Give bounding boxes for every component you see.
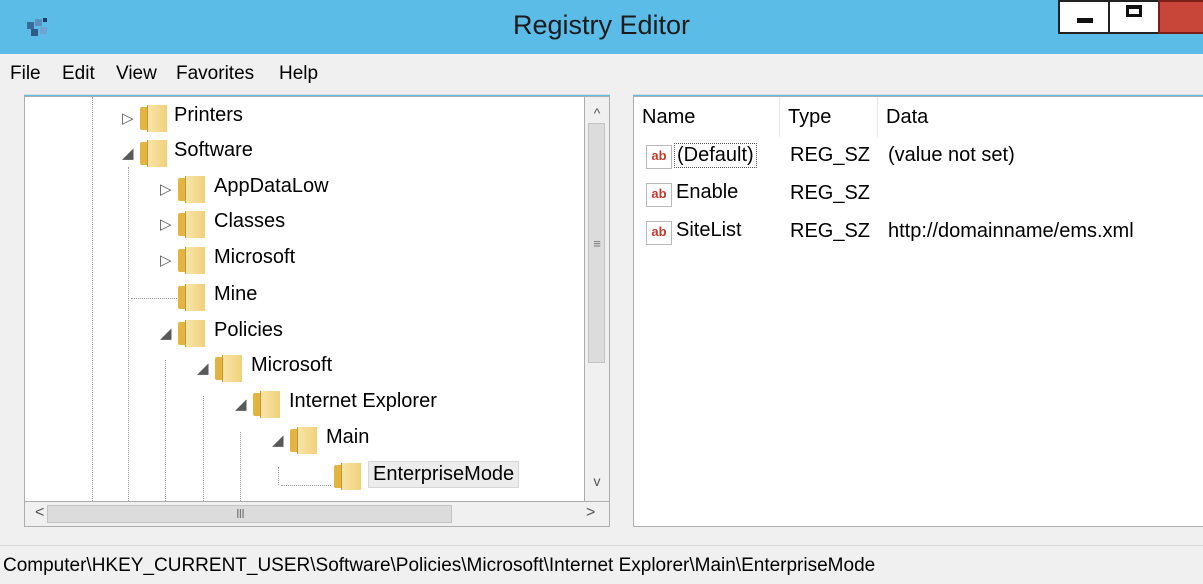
close-button[interactable]	[1158, 0, 1203, 34]
value-type: REG_SZ	[790, 144, 871, 166]
expand-arrow-icon[interactable]: ▷	[160, 207, 172, 242]
tree-guide-line	[281, 485, 331, 486]
tree-guide-line	[165, 360, 166, 501]
tree-guide-line	[92, 97, 93, 501]
menu-edit[interactable]: Edit	[62, 63, 95, 85]
expand-arrow-icon[interactable]: ▷	[122, 101, 134, 136]
value-name[interactable]: SiteList	[674, 219, 744, 242]
value-type: REG_SZ	[790, 220, 871, 242]
registry-tree[interactable]: ▷ Printers ◢ Software ▷ AppDataLow ▷ Cla…	[24, 96, 585, 502]
column-header-name[interactable]: Name	[634, 97, 780, 137]
scroll-thumb[interactable]: III	[47, 505, 452, 523]
minimize-icon	[1077, 18, 1093, 23]
folder-icon	[178, 320, 205, 347]
tree-guide-line	[203, 396, 204, 501]
maximize-icon	[1126, 5, 1142, 17]
tree-node-label[interactable]: Main	[322, 425, 373, 450]
value-row[interactable]: ab SiteList REG_SZ http://domainname/ems…	[634, 217, 1203, 252]
scroll-right-icon[interactable]: >	[586, 504, 595, 522]
value-type: REG_SZ	[790, 182, 871, 204]
value-row[interactable]: ab Enable REG_SZ	[634, 179, 1203, 214]
value-data: http://domainname/ems.xml	[888, 220, 1134, 242]
folder-icon	[178, 211, 205, 238]
column-header-type[interactable]: Type	[780, 97, 878, 137]
string-value-icon: ab	[646, 221, 672, 245]
tree-vertical-scrollbar[interactable]: ^ ≡ v	[585, 96, 610, 502]
tree-node-label-selected[interactable]: EnterpriseMode	[368, 461, 520, 488]
splitter[interactable]	[610, 94, 633, 527]
tree-node-label[interactable]: Policies	[210, 318, 287, 343]
scroll-up-icon[interactable]: ^	[585, 105, 609, 121]
column-header-data[interactable]: Data	[878, 97, 1203, 137]
expand-arrow-icon[interactable]: ▷	[160, 243, 172, 278]
menu-help[interactable]: Help	[279, 63, 318, 85]
value-data: (value not set)	[888, 144, 1015, 166]
tree-guide-line	[240, 432, 241, 501]
tree-node-label[interactable]: AppDataLow	[210, 174, 333, 199]
tree-guide-line	[278, 467, 279, 485]
window-title: Registry Editor	[512, 10, 691, 40]
tree-node-label[interactable]: Printers	[170, 103, 247, 128]
collapse-arrow-icon[interactable]: ◢	[272, 423, 284, 458]
collapse-arrow-icon[interactable]: ◢	[160, 316, 172, 351]
maximize-button[interactable]	[1108, 0, 1160, 34]
scroll-left-icon[interactable]: <	[35, 504, 44, 522]
menu-file[interactable]: File	[10, 63, 41, 85]
expand-arrow-icon[interactable]: ▷	[160, 172, 172, 207]
minimize-button[interactable]	[1058, 0, 1110, 34]
value-name[interactable]: Enable	[674, 181, 740, 204]
string-value-icon: ab	[646, 183, 672, 207]
folder-icon	[178, 284, 205, 311]
tree-node-label[interactable]: Microsoft	[210, 245, 299, 270]
value-name[interactable]: (Default)	[674, 143, 757, 168]
tree-guide-line	[128, 167, 129, 501]
collapse-arrow-icon[interactable]: ◢	[122, 136, 134, 171]
menu-favorites[interactable]: Favorites	[176, 63, 254, 85]
status-bar: Computer\HKEY_CURRENT_USER\Software\Poli…	[0, 545, 1203, 584]
scroll-thumb[interactable]: ≡	[588, 123, 605, 363]
tree-node-label[interactable]: Internet Explorer	[285, 389, 441, 414]
scroll-down-icon[interactable]: v	[585, 473, 609, 489]
folder-icon	[334, 463, 361, 490]
folder-icon	[140, 105, 167, 132]
folder-icon	[178, 247, 205, 274]
grip-icon: III	[236, 506, 245, 521]
tree-node-label[interactable]: Microsoft	[247, 353, 336, 378]
values-list[interactable]: Name Type Data ab (Default) REG_SZ (valu…	[633, 96, 1203, 527]
menu-bar: File Edit View Favorites Help	[0, 54, 1203, 95]
collapse-arrow-icon[interactable]: ◢	[235, 387, 247, 422]
folder-icon	[140, 140, 167, 167]
tree-node-label[interactable]: Software	[170, 138, 257, 163]
status-path: Computer\HKEY_CURRENT_USER\Software\Poli…	[3, 555, 876, 576]
folder-icon	[215, 355, 242, 382]
folder-icon	[290, 427, 317, 454]
value-row[interactable]: ab (Default) REG_SZ (value not set)	[634, 141, 1203, 176]
folder-icon	[253, 391, 280, 418]
tree-node-label[interactable]: Mine	[210, 282, 261, 307]
window-frame-bottom	[0, 527, 1203, 545]
title-bar: Registry Editor	[0, 0, 1203, 54]
tree-node-label[interactable]: Classes	[210, 209, 289, 234]
tree-horizontal-scrollbar[interactable]: < III >	[24, 502, 610, 527]
folder-icon	[178, 176, 205, 203]
tree-guide-line	[131, 298, 181, 299]
string-value-icon: ab	[646, 145, 672, 169]
window-frame-left	[0, 94, 24, 527]
grip-icon: ≡	[593, 236, 601, 251]
menu-view[interactable]: View	[116, 63, 157, 85]
collapse-arrow-icon[interactable]: ◢	[197, 351, 209, 386]
